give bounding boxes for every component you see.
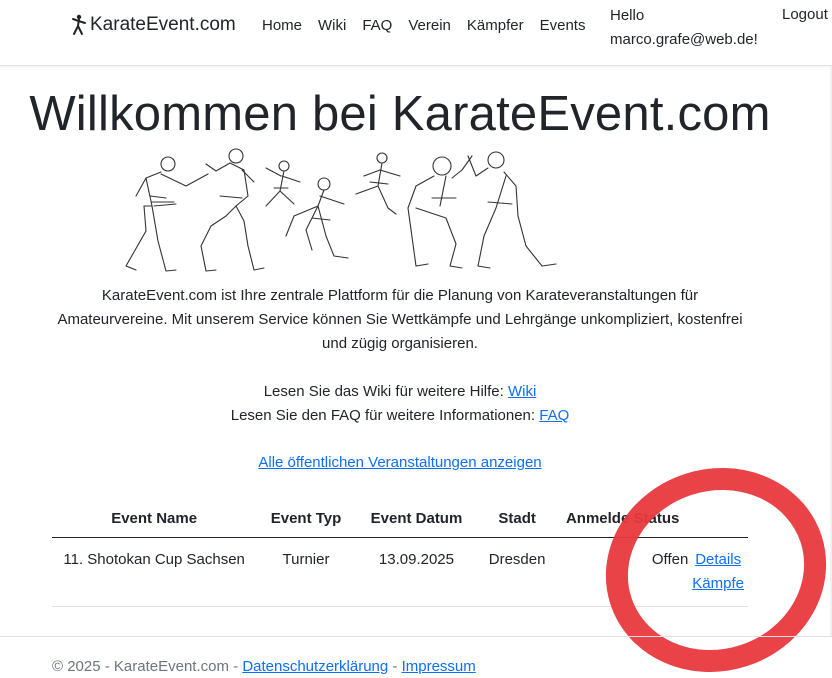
cell-event-datum: 13.09.2025 [355, 537, 478, 607]
cell-event-name: 11. Shotokan Cup Sachsen [52, 537, 257, 607]
wiki-line: Lesen Sie das Wiki für weitere Hilfe: Wi… [52, 380, 748, 404]
footer-divider [0, 636, 832, 637]
nav-verein[interactable]: Verein [408, 17, 451, 34]
nav-home[interactable]: Home [262, 17, 302, 34]
kaempfe-link[interactable]: Kämpfe [692, 572, 744, 596]
faq-link[interactable]: FAQ [539, 407, 569, 424]
footer: © 2025 - KarateEvent.com - Datenschutzer… [52, 658, 476, 675]
intro-text: KarateEvent.com ist Ihre zentrale Plattf… [57, 287, 743, 352]
page-title: Willkommen bei KarateEvent.com [29, 87, 771, 141]
karate-figures-image [125, 148, 557, 272]
table-row: 11. Shotokan Cup Sachsen Turnier 13.09.2… [52, 537, 748, 607]
hello-label: Hello [610, 7, 645, 24]
help-links: Lesen Sie das Wiki für weitere Hilfe: Wi… [52, 380, 748, 428]
fighters-pair-left [125, 148, 265, 272]
all-events-link[interactable]: Alle öffentlichen Veranstaltungen anzeig… [258, 454, 541, 471]
header-event-datum: Event Datum [355, 504, 478, 538]
user-greeting: Hello marco.grafe@web.de! [610, 4, 758, 52]
footer-copyright: © 2025 - KarateEvent.com - [52, 658, 243, 675]
karate-logo-icon [72, 14, 86, 35]
details-link[interactable]: Details [692, 548, 744, 572]
header-anmelde-status: Anmelde Status [557, 504, 689, 538]
privacy-link[interactable]: Datenschutzerklärung [242, 658, 388, 675]
header-actions [688, 504, 748, 538]
navbar: KarateEvent.com Home Wiki FAQ Verein Käm… [0, 0, 832, 66]
wiki-text: Lesen Sie das Wiki für weitere Hilfe: [263, 383, 508, 400]
footer-separator: - [388, 658, 402, 675]
fighters-pair-middle [265, 152, 401, 259]
brand-link[interactable]: KarateEvent.com [70, 14, 236, 36]
table-header-row: Event Name Event Typ Event Datum Stadt A… [52, 504, 748, 538]
nav-events[interactable]: Events [540, 17, 586, 34]
faq-line: Lesen Sie den FAQ für weitere Informatio… [52, 404, 748, 428]
header-event-typ: Event Typ [256, 504, 356, 538]
header-stadt: Stadt [477, 504, 558, 538]
nav-links: Home Wiki FAQ Verein Kämpfer Events [262, 17, 601, 34]
cell-stadt: Dresden [477, 537, 558, 607]
cell-event-typ: Turnier [256, 537, 356, 607]
wiki-link[interactable]: Wiki [508, 383, 536, 400]
cell-status: Offen [557, 537, 689, 607]
user-email: marco.grafe@web.de! [610, 31, 758, 48]
header-event-name: Event Name [52, 504, 257, 538]
all-events-line: Alle öffentlichen Veranstaltungen anzeig… [52, 454, 748, 471]
events-table: Event Name Event Typ Event Datum Stadt A… [52, 504, 748, 607]
logout-link[interactable]: Logout [782, 6, 828, 23]
impressum-link[interactable]: Impressum [402, 658, 476, 675]
cell-actions: Details Kämpfe [688, 537, 748, 607]
nav-kaempfer[interactable]: Kämpfer [467, 17, 524, 34]
nav-wiki[interactable]: Wiki [318, 17, 346, 34]
faq-text: Lesen Sie den FAQ für weitere Informatio… [230, 407, 540, 424]
fighters-pair-right [407, 151, 557, 269]
brand-text: KarateEvent.com [90, 14, 236, 35]
nav-faq[interactable]: FAQ [362, 17, 392, 34]
